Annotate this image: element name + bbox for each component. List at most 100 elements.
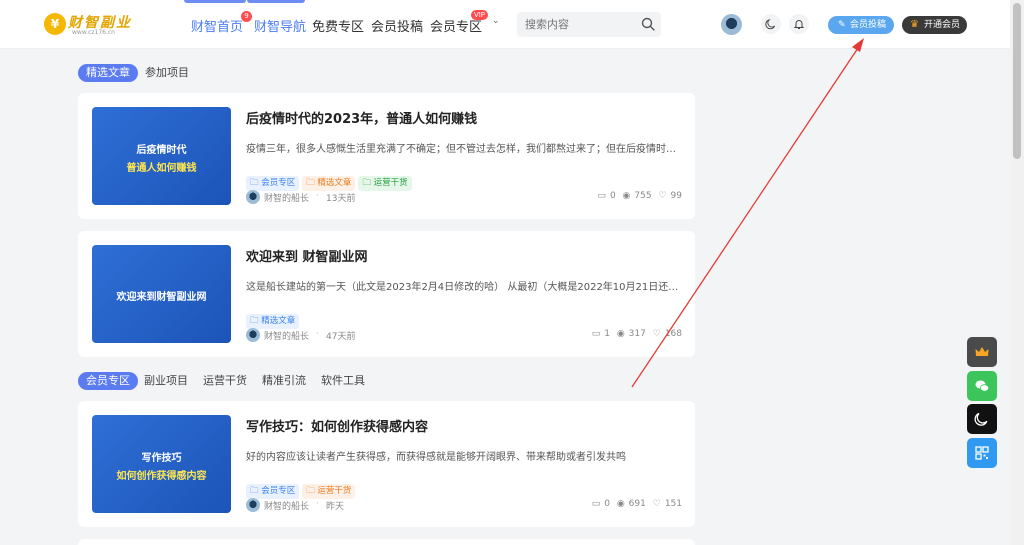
article-stats: ▭ 0 ◉ 755 ♡ 99 bbox=[593, 191, 682, 201]
nav-member-zone-label: 会员专区 bbox=[430, 20, 483, 35]
search-icon[interactable] bbox=[641, 17, 655, 31]
thumbnail-line1: 写作技巧 bbox=[141, 453, 182, 464]
qrcode-float-button[interactable] bbox=[967, 438, 997, 468]
user-avatar[interactable] bbox=[721, 14, 742, 35]
tag-featured[interactable]: 🗀 精选文章 bbox=[302, 176, 356, 191]
nav-highlight-bar bbox=[184, 0, 246, 3]
like-count: 168 bbox=[664, 329, 682, 339]
author-name[interactable]: 财智的船长 bbox=[264, 329, 309, 342]
tab-operations[interactable]: 运营干货 bbox=[203, 372, 247, 390]
nav-highlight-bar bbox=[247, 0, 305, 3]
tab-side-projects[interactable]: 副业项目 bbox=[144, 372, 188, 390]
nav-member-zone[interactable]: 会员专区 VIP bbox=[430, 10, 489, 35]
moon-icon bbox=[974, 412, 988, 426]
tag-label: 精选文章 bbox=[317, 178, 352, 188]
comment-icon: ▭ bbox=[597, 191, 606, 201]
vip-float-button[interactable] bbox=[967, 337, 997, 367]
dark-mode-float-button[interactable] bbox=[967, 404, 997, 434]
author-name[interactable]: 财智的船长 bbox=[264, 499, 309, 512]
nav-home[interactable]: 财智首页 9 bbox=[191, 11, 253, 35]
wechat-icon bbox=[975, 380, 990, 392]
tag-member-zone[interactable]: 🗀 会员专区 bbox=[246, 484, 300, 499]
scroll-thumb[interactable] bbox=[1013, 3, 1021, 159]
comment-icon: ▭ bbox=[591, 329, 601, 339]
post-time: 13天前 bbox=[326, 194, 356, 204]
article-title[interactable]: 后疫情时代的2023年，普通人如何赚钱 bbox=[246, 108, 477, 127]
article-tags: 🗀 会员专区 🗀 运营干货 bbox=[246, 478, 358, 499]
moon-icon bbox=[765, 18, 776, 30]
comment-count: 0 bbox=[604, 499, 610, 509]
notification-button[interactable] bbox=[789, 14, 809, 34]
article-tags: 🗀 会员专区 🗀 精选文章 🗀 运营干货 bbox=[246, 170, 415, 191]
nav-free-label: 免费专区 bbox=[312, 20, 365, 35]
thumbnail-line1: 欢迎来到财智副业网 bbox=[116, 292, 207, 303]
thumbnail-line2: 普通人如何赚钱 bbox=[126, 163, 197, 174]
open-vip-button[interactable]: ♛ 开通会员 bbox=[902, 16, 967, 34]
thumbnail-line2: 如何创作获得感内容 bbox=[116, 471, 207, 482]
article-thumbnail[interactable]: 欢迎来到财智副业网 bbox=[92, 245, 231, 343]
tag-label: 运营干货 bbox=[317, 486, 352, 496]
thumbnail-line1: 后疫情时代 bbox=[136, 145, 187, 156]
eye-icon: ◉ bbox=[616, 329, 625, 339]
search-input[interactable] bbox=[525, 16, 637, 33]
article-thumbnail[interactable]: 后疫情时代 普通人如何赚钱 bbox=[92, 107, 231, 205]
chevron-down-icon[interactable]: ⌄ bbox=[492, 16, 500, 26]
theme-toggle-button[interactable] bbox=[761, 14, 781, 34]
wechat-float-button[interactable] bbox=[967, 371, 997, 401]
author-name[interactable]: 财智的船长 bbox=[264, 191, 309, 204]
thumbs-up-icon: ♡ bbox=[658, 191, 667, 201]
author-avatar[interactable] bbox=[246, 498, 260, 512]
nav-contribute[interactable]: 会员投稿 bbox=[371, 16, 423, 35]
article-card[interactable]: 欢迎来到财智副业网 欢迎来到 财智副业网 这是船长建站的第一天（此文是2023年… bbox=[78, 231, 695, 357]
nav-free[interactable]: 免费专区 bbox=[312, 16, 364, 35]
crown-icon bbox=[975, 347, 989, 356]
qrcode-icon bbox=[975, 446, 989, 460]
thumbs-up-icon: ♡ bbox=[652, 499, 661, 509]
tag-operations[interactable]: 🗀 运营干货 bbox=[358, 176, 412, 191]
article-meta: 财智的船长 · 13天前 ▭ 0 ◉ 755 ♡ 99 bbox=[246, 190, 682, 204]
nav-navigation-label: 财智导航 bbox=[254, 20, 307, 35]
tag-label: 会员专区 bbox=[261, 486, 296, 496]
comment-icon: ▭ bbox=[591, 499, 601, 509]
logo-url: www.cz176.cn bbox=[72, 29, 115, 36]
tab-software-tools[interactable]: 软件工具 bbox=[321, 372, 365, 390]
tag-operations[interactable]: 🗀 运营干货 bbox=[302, 484, 356, 499]
tab-traffic[interactable]: 精准引流 bbox=[262, 372, 306, 390]
tab-featured[interactable]: 精选文章 bbox=[78, 64, 138, 82]
tab-member-zone[interactable]: 会员专区 bbox=[78, 372, 138, 390]
site-logo[interactable]: ¥ 财智副业 www.cz176.cn bbox=[44, 10, 134, 40]
article-card[interactable]: 后疫情时代 普通人如何赚钱 后疫情时代的2023年，普通人如何赚钱 疫情三年，很… bbox=[78, 93, 695, 219]
page-scrollbar[interactable] bbox=[1010, 0, 1024, 545]
meta-separator: · bbox=[316, 499, 319, 509]
article-title[interactable]: 写作技巧：如何创作获得感内容 bbox=[246, 416, 428, 435]
article-excerpt: 好的内容应该让读者产生获得感，而获得感就是能够开阔眼界、带来帮助或者引发共鸣 bbox=[246, 452, 626, 463]
eye-icon: ◉ bbox=[622, 191, 631, 201]
top-header: ¥ 财智副业 www.cz176.cn 财智首页 9 财智导航 免费专区 会员投… bbox=[0, 0, 1010, 49]
tag-label: 运营干货 bbox=[373, 178, 408, 188]
article-card-partial[interactable] bbox=[78, 539, 695, 545]
meta-separator: · bbox=[316, 329, 319, 339]
nav-home-label: 财智首页 bbox=[191, 20, 244, 35]
tag-member-zone[interactable]: 🗀 会员专区 bbox=[246, 176, 300, 191]
view-count: 691 bbox=[628, 499, 646, 509]
author-avatar[interactable] bbox=[246, 190, 260, 204]
post-time: 昨天 bbox=[326, 502, 345, 512]
view-count: 317 bbox=[628, 329, 646, 339]
author-avatar[interactable] bbox=[246, 328, 260, 342]
article-thumbnail[interactable]: 写作技巧 如何创作获得感内容 bbox=[92, 415, 231, 513]
open-vip-button-label: 开通会员 bbox=[924, 20, 961, 30]
contribute-button-label: 会员投稿 bbox=[850, 20, 887, 30]
search-box[interactable] bbox=[517, 12, 661, 37]
article-card[interactable]: 写作技巧 如何创作获得感内容 写作技巧：如何创作获得感内容 好的内容应该让读者产… bbox=[78, 401, 695, 527]
article-title[interactable]: 欢迎来到 财智副业网 bbox=[246, 246, 368, 265]
tag-featured[interactable]: 🗀 精选文章 bbox=[246, 314, 300, 329]
logo-mark-icon: ¥ bbox=[44, 13, 66, 35]
eye-icon: ◉ bbox=[616, 499, 625, 509]
nav-navigation[interactable]: 财智导航 bbox=[254, 16, 306, 35]
contribute-button[interactable]: ✎ 会员投稿 bbox=[828, 16, 894, 34]
thumbs-up-icon: ♡ bbox=[652, 329, 661, 339]
article-tags: 🗀 精选文章 bbox=[246, 308, 302, 329]
like-count: 99 bbox=[670, 191, 682, 201]
view-count: 755 bbox=[634, 191, 652, 201]
tab-join-project[interactable]: 参加项目 bbox=[145, 64, 189, 82]
